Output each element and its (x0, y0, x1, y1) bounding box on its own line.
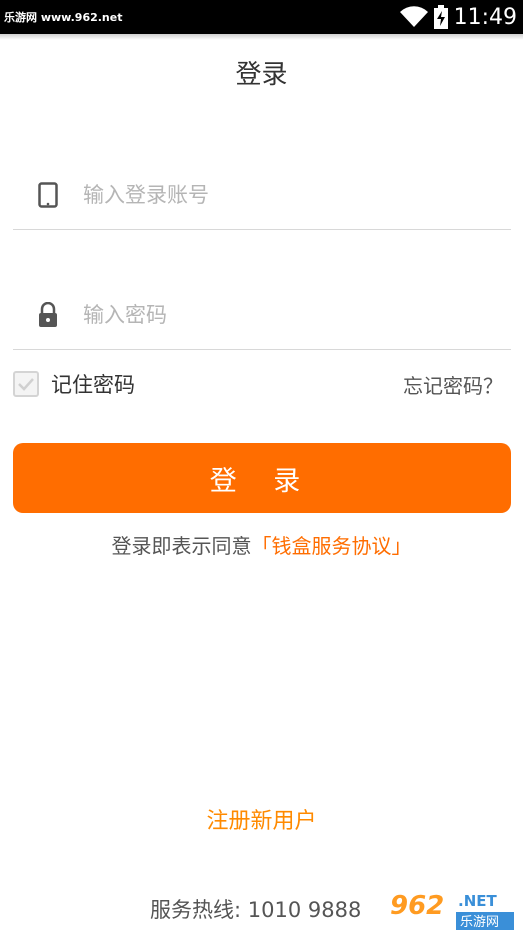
service-agreement-link[interactable]: 「钱盒服务协议」 (252, 534, 412, 558)
remember-checkbox[interactable] (13, 371, 39, 397)
watermark-number: 962 (390, 891, 444, 921)
status-icons: 11:49 (399, 4, 517, 30)
remember-password-toggle[interactable]: 记住密码 (13, 369, 135, 399)
remember-label: 记住密码 (51, 373, 135, 397)
agreement-prefix: 登录即表示同意 (111, 534, 252, 558)
agreement-text: 登录即表示同意「钱盒服务协议」 (0, 530, 523, 559)
check-icon (18, 378, 34, 391)
forgot-password-link[interactable]: 忘记密码？ (403, 370, 503, 399)
watermark-suffix: .NET (458, 892, 497, 910)
watermark-logo: 962 .NET 乐游网 (384, 884, 518, 934)
wifi-icon (399, 6, 428, 28)
options-row: 记住密码 忘记密码？ (13, 366, 503, 402)
register-link[interactable]: 注册新用户 (0, 803, 523, 835)
header-shadow (0, 34, 523, 40)
status-bar: 乐游网 www.962.net 11:49 (0, 0, 523, 34)
watermark-name: 乐游网 (460, 915, 499, 930)
page-title: 登录 (235, 60, 288, 90)
lock-icon (13, 301, 83, 328)
status-time: 11:49 (453, 4, 517, 30)
account-input[interactable] (83, 182, 483, 207)
password-input[interactable] (83, 302, 483, 327)
battery-charging-icon (433, 5, 448, 29)
watermark-text: 乐游网 www.962.net (4, 11, 123, 24)
service-hotline: 服务热线: 1010 9888 (150, 898, 362, 922)
login-button[interactable]: 登 录 (13, 443, 511, 513)
phone-icon (13, 181, 83, 208)
password-field-row (13, 280, 511, 350)
account-field-row (13, 160, 511, 230)
